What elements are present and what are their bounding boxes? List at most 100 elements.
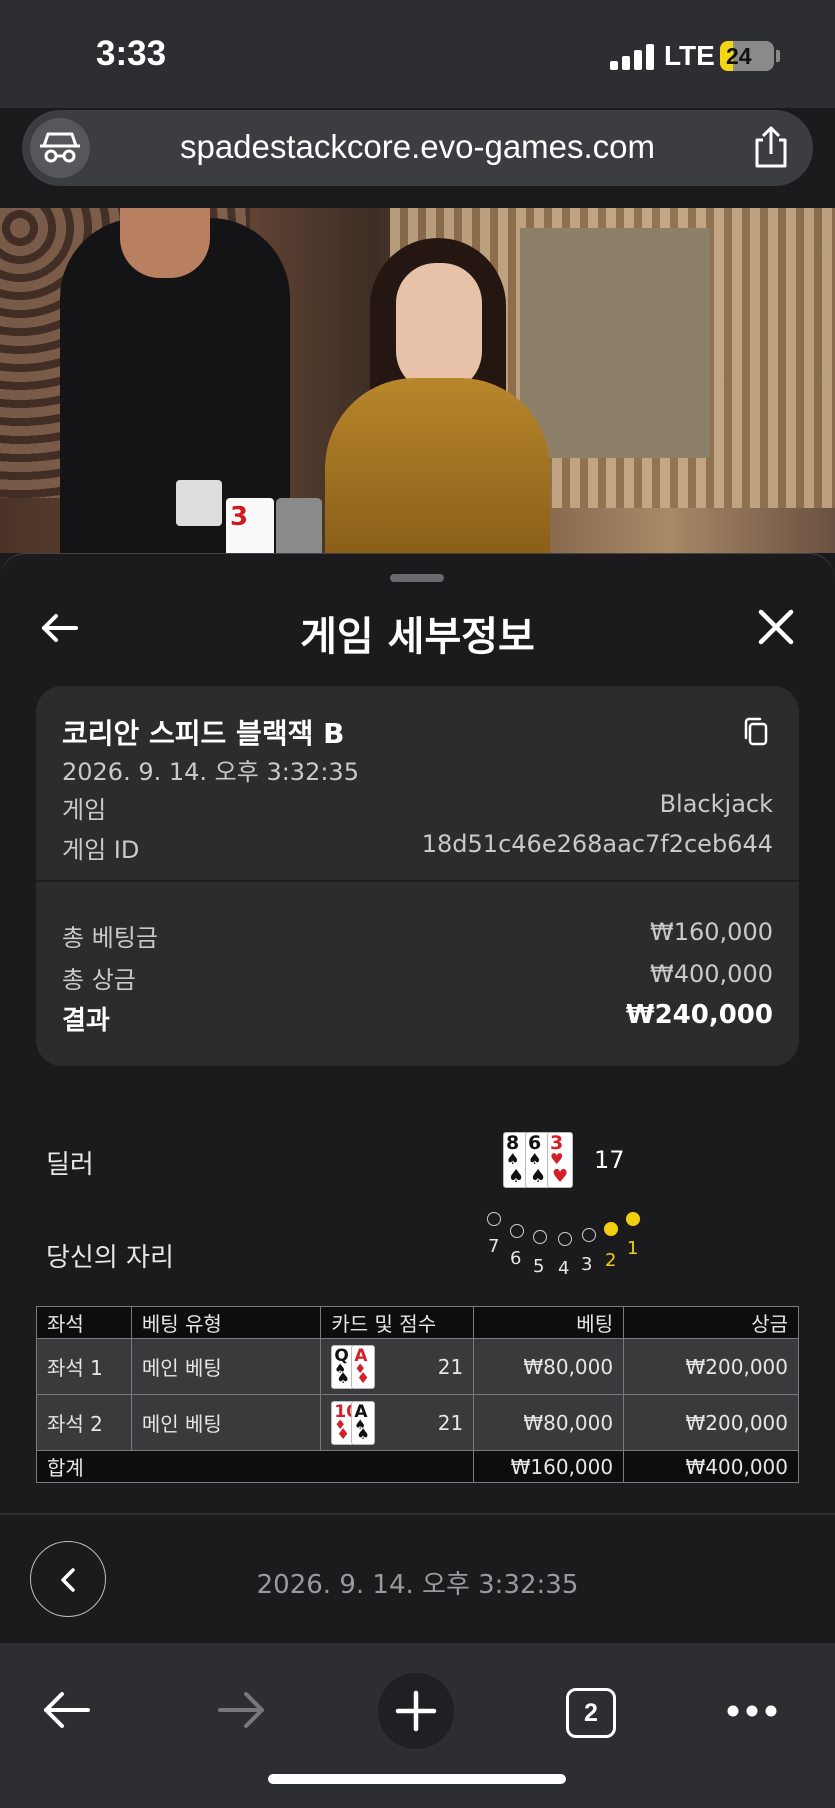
seat-number: 1 <box>627 1238 639 1259</box>
video-chip-tray <box>176 480 222 526</box>
card-suit-icon: ♠ <box>528 1150 542 1168</box>
close-icon[interactable] <box>753 604 799 650</box>
battery-level: 24 <box>726 43 752 69</box>
copy-icon[interactable] <box>741 716 771 748</box>
forward-arrow-icon[interactable] <box>216 1688 266 1732</box>
row-seat: 좌석 1 <box>36 1338 132 1395</box>
seat-4-marker <box>558 1232 572 1246</box>
row-bet-type: 메인 베팅 <box>130 1338 322 1395</box>
back-arrow-icon[interactable] <box>42 1688 92 1732</box>
card-suit-pip: ♥ <box>552 1166 569 1187</box>
more-icon[interactable] <box>726 1703 778 1717</box>
share-icon[interactable] <box>749 124 793 170</box>
seat-2-marker <box>604 1222 618 1236</box>
seat-1-marker <box>626 1212 640 1226</box>
card-suit-icon: ♥ <box>550 1150 564 1168</box>
seat-6-marker <box>510 1224 524 1238</box>
row-bet-type: 메인 베팅 <box>130 1394 322 1451</box>
address-bar[interactable]: spadestackcore.evo-games.com <box>22 110 813 186</box>
video-person-left-head <box>120 208 210 278</box>
seat-map: 7654321 <box>480 1212 640 1292</box>
result-label: 결과 <box>62 1006 110 1036</box>
video-dealer-face <box>396 263 482 393</box>
dealer-cards: 8 ♠ ♠ 6 ♠ ♠ 3 ♥ ♥ <box>503 1132 573 1188</box>
result-value: ₩240,000 <box>625 1000 773 1030</box>
card-suit-pip: ♠ <box>356 1424 370 1443</box>
video-card-shoe <box>276 498 322 553</box>
url-text[interactable]: spadestackcore.evo-games.com <box>22 128 813 166</box>
battery-tip <box>776 50 780 62</box>
col-bet-type: 베팅 유형 <box>130 1306 322 1339</box>
row-win: ₩200,000 <box>623 1394 799 1451</box>
game-id-label: 게임 ID <box>62 836 140 864</box>
total-bet-row: 총 베팅금 ₩160,000 <box>62 918 773 953</box>
playing-card: A ♦ ♦ <box>351 1344 376 1389</box>
game-datetime: 2026. 9. 14. 오후 3:32:35 <box>62 758 359 786</box>
card-suit-pip: ♠ <box>508 1166 525 1187</box>
round-datetime: 2026. 9. 14. 오후 3:32:35 <box>256 1570 579 1600</box>
game-id-value[interactable]: 18d51c46e268aac7f2ceb644 <box>422 830 773 865</box>
home-indicator[interactable] <box>268 1774 566 1784</box>
card-suit-pip: ♦ <box>336 1424 350 1443</box>
video-backdrop-painting <box>520 228 710 458</box>
row-cards: 10 ♦ ♦ A ♠ ♠ 21 <box>320 1394 475 1451</box>
table-row: 좌석 1 메인 베팅 Q ♠ ♠ A ♦ ♦ 21 ₩80,000 ₩200,000 <box>36 1338 799 1395</box>
col-seat: 좌석 <box>36 1306 132 1339</box>
your-seat-label: 당신의 자리 <box>46 1243 174 1273</box>
game-row: 게임 Blackjack <box>62 790 773 825</box>
seat-number: 7 <box>488 1236 500 1257</box>
seat-number: 4 <box>558 1258 570 1279</box>
tabs-button[interactable]: 2 <box>566 1688 616 1738</box>
row-score: 21 <box>437 1354 464 1379</box>
seat-3-marker <box>582 1228 596 1242</box>
total-win-value: ₩400,000 <box>650 960 773 988</box>
playing-card: 3 ♥ ♥ <box>547 1132 573 1188</box>
col-cards-score: 카드 및 점수 <box>320 1306 475 1339</box>
dealer-label: 딜러 <box>46 1150 94 1180</box>
video-playing-card: 3 <box>226 498 274 553</box>
table-row: 좌석 2 메인 베팅 10 ♦ ♦ A ♠ ♠ 21 ₩80,000 ₩200,000 <box>36 1394 799 1451</box>
total-label: 합계 <box>35 1450 475 1483</box>
status-time: 3:33 <box>96 34 167 73</box>
card-suit-icon: ♠ <box>506 1150 520 1168</box>
row-seat: 좌석 2 <box>36 1394 132 1451</box>
seat-7-marker <box>487 1212 501 1226</box>
col-bet: 베팅 <box>473 1306 625 1339</box>
col-win: 상금 <box>623 1306 799 1339</box>
game-label: 게임 <box>62 796 107 824</box>
game-id-row: 게임 ID 18d51c46e268aac7f2ceb644 <box>62 830 773 865</box>
row-card-hand: Q ♠ ♠ A ♦ ♦ <box>331 1344 376 1389</box>
card-suit-pip: ♦ <box>356 1368 370 1387</box>
bets-table: 좌석 베팅 유형 카드 및 점수 베팅 상금 좌석 1 메인 베팅 Q ♠ ♠ A ♦ ♦… <box>35 1306 799 1483</box>
seat-number: 6 <box>510 1248 522 1269</box>
card-divider <box>36 880 799 882</box>
sheet-grabber[interactable] <box>390 574 444 582</box>
row-card-hand: 10 ♦ ♦ A ♠ ♠ <box>331 1400 376 1445</box>
card-suit-pip: ♠ <box>530 1166 547 1187</box>
plus-icon <box>395 1690 437 1732</box>
row-win: ₩200,000 <box>623 1338 799 1395</box>
total-win-label: 총 상금 <box>62 966 136 994</box>
network-type: LTE <box>664 40 715 71</box>
seat-number: 3 <box>581 1254 593 1275</box>
result-row: 결과 ₩240,000 <box>62 1000 773 1037</box>
sheet-title: 게임 세부정보 <box>300 614 535 660</box>
total-bet: ₩160,000 <box>473 1450 625 1483</box>
total-bet-label: 총 베팅금 <box>62 924 158 952</box>
row-bet: ₩80,000 <box>473 1394 625 1451</box>
row-bet: ₩80,000 <box>473 1338 625 1395</box>
seat-number: 5 <box>533 1256 545 1277</box>
total-win: ₩400,000 <box>623 1450 799 1483</box>
footer-divider <box>0 1513 835 1515</box>
live-video-feed: 3 <box>0 208 835 553</box>
total-bet-value: ₩160,000 <box>650 918 773 946</box>
new-tab-button[interactable] <box>378 1673 454 1749</box>
game-name: 코리안 스피드 블랙잭 B <box>62 717 345 750</box>
dealer-score: 17 <box>594 1146 625 1174</box>
game-details-sheet: 게임 세부정보 코리안 스피드 블랙잭 B 2026. 9. 14. 오후 3:… <box>0 553 835 1643</box>
row-cards: Q ♠ ♠ A ♦ ♦ 21 <box>320 1338 475 1395</box>
video-dealer <box>325 378 550 553</box>
status-bar: 3:33 LTE 24 spadestackcore.evo-games.com <box>0 0 835 186</box>
signal-icon <box>610 44 654 70</box>
playing-card: A ♠ ♠ <box>351 1400 376 1445</box>
